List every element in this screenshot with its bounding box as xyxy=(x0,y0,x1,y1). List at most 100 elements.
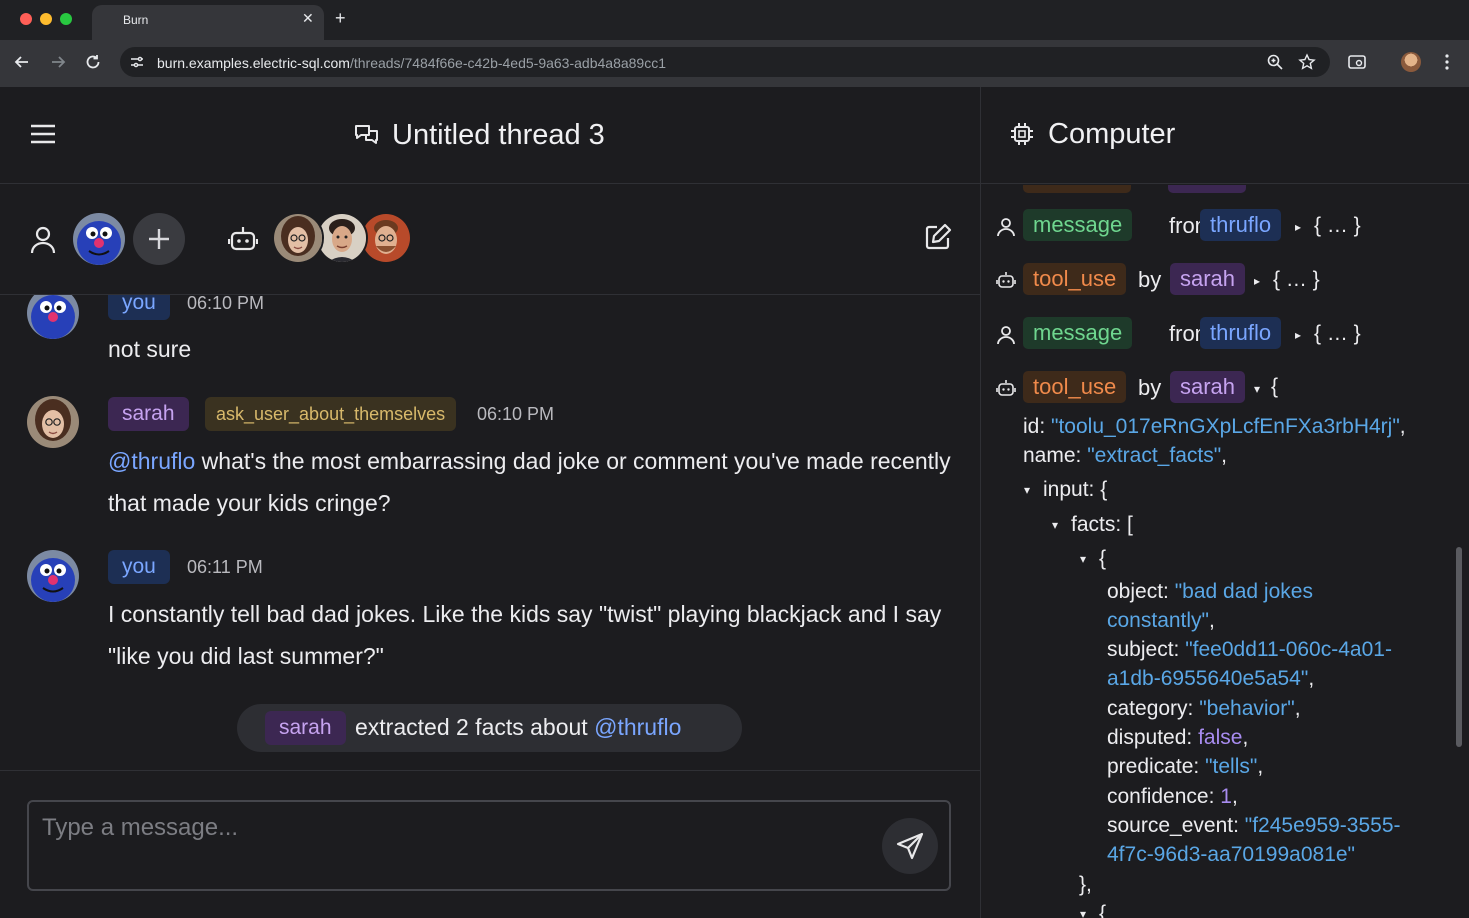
collapse-caret-icon[interactable]: ▾ xyxy=(1080,552,1086,566)
facts-extracted-notice: sarah extracted 2 facts about @thruflo xyxy=(237,704,742,752)
browser-tab[interactable]: Burn ✕ xyxy=(92,5,324,40)
tab-bar: Burn ✕ + xyxy=(0,0,1469,40)
collapse-caret-icon[interactable]: ▾ xyxy=(1080,907,1086,918)
user-icon xyxy=(30,226,56,254)
mention-link[interactable]: @thruflo xyxy=(594,714,681,740)
actor-pill-partial xyxy=(1168,185,1246,193)
event-type-pill: tool_use xyxy=(1023,371,1127,403)
collapsed-object[interactable]: { … } xyxy=(1314,214,1361,238)
tool-badge: ask_user_about_themselves xyxy=(205,397,457,431)
bot-icon xyxy=(228,227,258,251)
scrollbar-thumb[interactable] xyxy=(1456,547,1462,747)
send-button[interactable] xyxy=(882,818,938,874)
more-menu-icon[interactable] xyxy=(1437,52,1457,72)
json-number: 1 xyxy=(1220,785,1232,808)
bookmark-star-icon[interactable] xyxy=(1298,53,1316,71)
close-window-button[interactable] xyxy=(20,13,32,25)
user-icon xyxy=(997,218,1015,237)
json-key: id: xyxy=(1023,415,1052,438)
object-open-brace: { xyxy=(1271,375,1279,398)
json-input-line: input: { xyxy=(1043,478,1108,501)
json-object-open: { xyxy=(1099,547,1107,570)
add-participant-button[interactable] xyxy=(133,213,185,265)
agent-avatar-sarah[interactable] xyxy=(272,212,324,264)
json-source-line: source_event: "f245e959-3555- xyxy=(1107,811,1401,840)
menu-icon[interactable] xyxy=(30,123,56,145)
json-next-object-open: { xyxy=(1099,902,1107,918)
json-string: "fee0dd11-060c-4a01- xyxy=(1185,638,1392,661)
notice-text: extracted 2 facts about @thruflo xyxy=(355,714,681,741)
expand-caret-icon[interactable]: ▸ xyxy=(1295,328,1301,342)
expand-caret-icon[interactable]: ▸ xyxy=(1295,220,1301,234)
message-time: 06:11 PM xyxy=(187,557,263,577)
json-key: name: xyxy=(1023,444,1088,467)
maximize-window-button[interactable] xyxy=(60,13,72,25)
json-facts-line: facts: [ xyxy=(1071,513,1133,536)
computer-pane: Computer message from thruflo ▸ { … } to… xyxy=(980,87,1469,918)
zoom-icon[interactable] xyxy=(1266,53,1284,71)
tab-close-icon[interactable]: ✕ xyxy=(302,10,314,27)
thread-title: Untitled thread 3 xyxy=(392,119,605,151)
collapse-caret-icon[interactable]: ▾ xyxy=(1254,382,1260,396)
message-list: you 06:10 PM not sure sarah ask_user_abo… xyxy=(0,295,980,770)
bot-icon xyxy=(996,272,1016,288)
send-icon xyxy=(896,832,924,860)
collapse-caret-icon[interactable]: ▾ xyxy=(1024,483,1030,497)
json-string: "bad dad jokes xyxy=(1174,580,1313,603)
message-text: I constantly tell bad dad jokes. Like th… xyxy=(108,601,942,669)
address-bar[interactable]: burn.examples.electric-sql.com/threads/7… xyxy=(120,47,1330,77)
json-string: constantly" xyxy=(1107,609,1210,632)
profile-avatar[interactable] xyxy=(1401,52,1421,72)
message-text: @thruflo what's the most embarrassing da… xyxy=(108,440,958,524)
collapsed-object[interactable]: { … } xyxy=(1273,268,1320,292)
agent-badge: sarah xyxy=(265,711,346,745)
json-string: "behavior" xyxy=(1199,697,1295,720)
json-string: "f245e959-3555- xyxy=(1244,814,1401,837)
notice-body: extracted 2 facts about xyxy=(355,714,595,740)
user-icon xyxy=(997,326,1015,345)
mention-link[interactable]: @thruflo xyxy=(108,448,195,474)
collapsed-object[interactable]: { … } xyxy=(1314,322,1361,346)
thread-header: Untitled thread 3 xyxy=(0,87,980,184)
reload-icon[interactable] xyxy=(83,52,103,72)
event-log: message from thruflo ▸ { … } tool_use by… xyxy=(981,185,1451,918)
new-tab-button[interactable]: + xyxy=(335,8,346,29)
event-type-pill-partial xyxy=(1023,185,1131,193)
expand-caret-icon[interactable]: ▸ xyxy=(1254,274,1260,288)
json-string: "tells" xyxy=(1205,755,1258,778)
edit-icon[interactable] xyxy=(924,223,952,251)
message-input[interactable]: Type a message... xyxy=(27,800,951,891)
forward-icon[interactable] xyxy=(48,52,68,72)
event-type-pill: message xyxy=(1023,209,1133,241)
bot-icon xyxy=(996,380,1016,396)
participants-bar xyxy=(0,185,980,295)
tab-search-icon[interactable] xyxy=(1347,52,1367,72)
site-settings-icon[interactable] xyxy=(128,53,146,71)
minimize-window-button[interactable] xyxy=(40,13,52,25)
user-avatar[interactable] xyxy=(73,213,125,265)
json-object-close: }, xyxy=(1079,873,1092,896)
json-object-line: object: "bad dad jokes xyxy=(1107,577,1313,606)
message-time: 06:10 PM xyxy=(477,404,555,424)
cpu-chip-icon xyxy=(1011,123,1033,145)
json-key: disputed: xyxy=(1107,726,1199,749)
json-key: subject: xyxy=(1107,638,1186,661)
composer-area: Type a message... xyxy=(0,770,980,918)
message-avatar xyxy=(27,295,79,339)
url-domain: burn.examples.electric-sql.com xyxy=(157,55,350,71)
message-time: 06:10 PM xyxy=(187,295,265,313)
json-string: "toolu_017eRnGXpLcfEnFXa3rbH4rj" xyxy=(1051,415,1400,438)
json-source-line-2: 4f7c-96d3-aa70199a081e" xyxy=(1107,840,1355,869)
collapse-caret-icon[interactable]: ▾ xyxy=(1052,518,1058,532)
tab-title: Burn xyxy=(123,13,149,27)
sender-badge: sarah xyxy=(108,397,189,431)
sender-badge: you xyxy=(108,550,170,584)
json-boolean: false xyxy=(1198,726,1243,749)
back-icon[interactable] xyxy=(12,52,32,72)
json-name-line: name: "extract_facts", xyxy=(1023,444,1228,467)
event-type-pill: tool_use xyxy=(1023,263,1127,295)
json-predicate-line: predicate: "tells", xyxy=(1107,755,1264,778)
message-avatar xyxy=(27,396,79,448)
message-body: what's the most embarrassing dad joke or… xyxy=(108,448,951,516)
url-text: burn.examples.electric-sql.com/threads/7… xyxy=(157,55,666,71)
